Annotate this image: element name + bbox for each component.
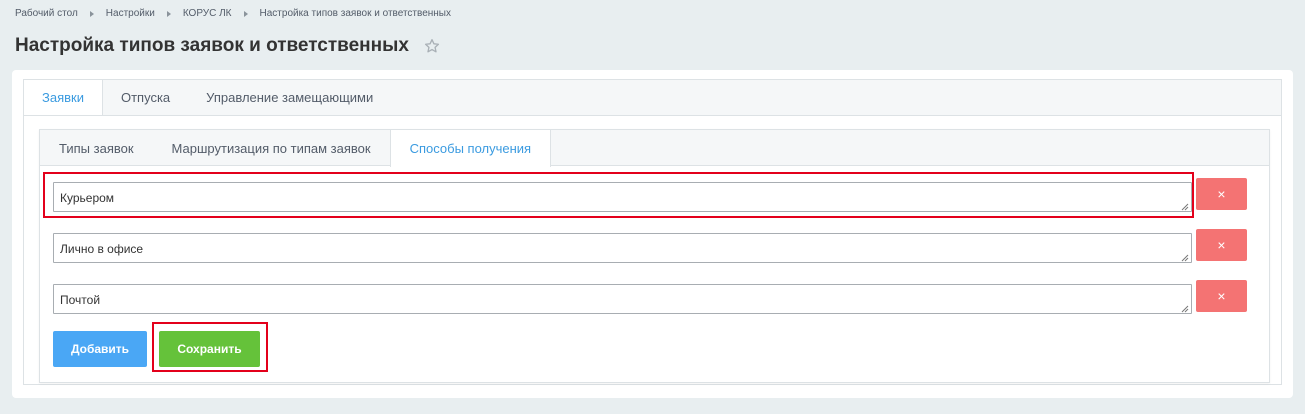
remove-button[interactable]: × [1196, 229, 1247, 261]
breadcrumb-item-desktop[interactable]: Рабочий стол [15, 8, 78, 19]
method-input[interactable]: Курьером [53, 182, 1192, 212]
tab-vacations[interactable]: Отпуска [103, 80, 188, 116]
remove-button[interactable]: × [1196, 178, 1247, 210]
method-input[interactable]: Почтой [53, 284, 1192, 314]
settings-card: Заявки Отпуска Управление замещающими Ти… [12, 70, 1293, 398]
inner-panel: Типы заявок Маршрутизация по типам заяво… [39, 129, 1270, 383]
breadcrumb: Рабочий стол Настройки КОРУС ЛК Настройк… [15, 8, 451, 19]
method-row: Курьером × [53, 178, 1247, 214]
breadcrumb-separator-icon [89, 10, 94, 17]
inner-tabs: Типы заявок Маршрутизация по типам заяво… [40, 130, 1269, 167]
requests-tab-content: Типы заявок Маршрутизация по типам заяво… [23, 115, 1282, 385]
breadcrumb-item-korus[interactable]: КОРУС ЛК [183, 8, 232, 19]
page-title: Настройка типов заявок и ответственных [15, 35, 409, 56]
breadcrumb-item-current: Настройка типов заявок и ответственных [259, 8, 451, 19]
save-button[interactable]: Сохранить [159, 331, 260, 367]
breadcrumb-item-settings[interactable]: Настройки [106, 8, 155, 19]
method-row: Лично в офисе × [53, 229, 1247, 265]
method-row: Почтой × [53, 280, 1247, 316]
remove-button[interactable]: × [1196, 280, 1247, 312]
outer-tabs: Заявки Отпуска Управление замещающими [23, 79, 1282, 117]
page-header: Настройка типов заявок и ответственных [15, 35, 441, 57]
method-input[interactable]: Лично в офисе [53, 233, 1192, 263]
star-icon[interactable] [423, 37, 441, 55]
tab-substitutes[interactable]: Управление замещающими [188, 80, 391, 116]
tab-request-types[interactable]: Типы заявок [40, 130, 153, 166]
tab-receive-methods[interactable]: Способы получения [389, 130, 552, 167]
breadcrumb-separator-icon [166, 10, 171, 17]
tab-requests[interactable]: Заявки [24, 80, 103, 117]
breadcrumb-separator-icon [243, 10, 248, 17]
tab-routing[interactable]: Маршрутизация по типам заявок [153, 130, 390, 166]
add-button[interactable]: Добавить [53, 331, 147, 367]
